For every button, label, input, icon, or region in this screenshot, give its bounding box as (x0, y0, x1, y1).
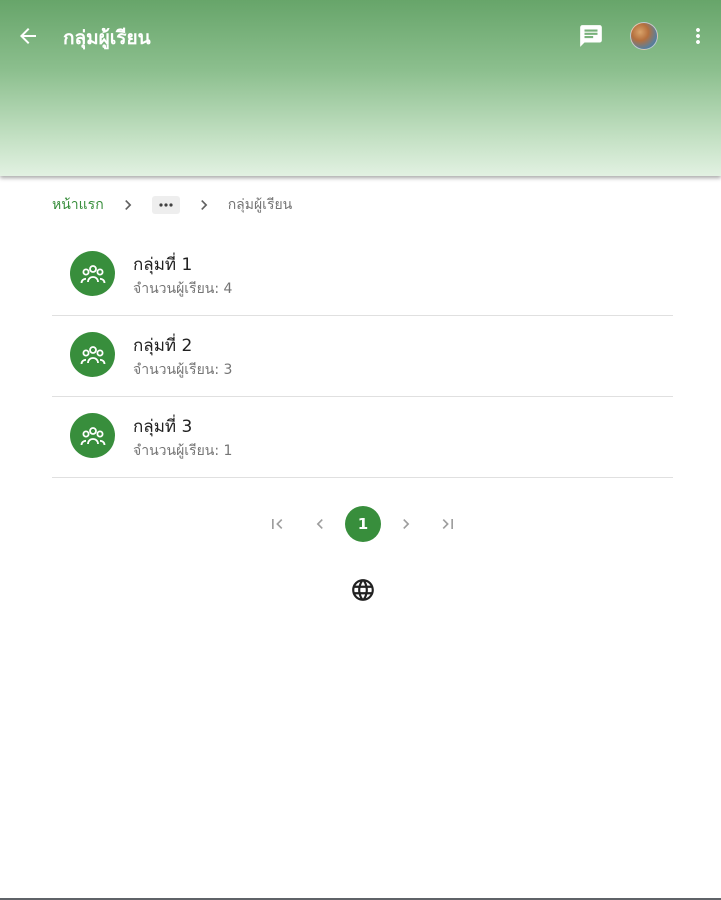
first-page-button[interactable] (259, 505, 295, 543)
list-item[interactable]: กลุ่มที่ 2 จำนวนผู้เรียน: 3 (52, 316, 673, 397)
group-avatar (70, 332, 115, 377)
group-icon (80, 264, 105, 283)
chevron-right-icon (194, 195, 214, 215)
group-avatar (70, 413, 115, 458)
prev-page-icon (316, 519, 323, 529)
toolbar: กลุ่มผู้เรียน (0, 12, 721, 60)
language-button[interactable] (348, 575, 378, 605)
globe-icon (352, 579, 374, 601)
group-avatar (70, 251, 115, 296)
group-name: กลุ่มที่ 2 (133, 336, 193, 356)
avatar (630, 22, 658, 50)
chat-icon (580, 25, 602, 47)
group-list: กลุ่มที่ 1 จำนวนผู้เรียน: 4 กลุ่มที่ 2 จ… (52, 235, 673, 478)
list-item[interactable]: กลุ่มที่ 3 จำนวนผู้เรียน: 1 (52, 397, 673, 478)
breadcrumb-more-button[interactable] (151, 196, 180, 214)
breadcrumb: หน้าแรก กลุ่มผู้เรียน (52, 191, 292, 219)
list-item[interactable]: กลุ่มที่ 1 จำนวนผู้เรียน: 4 (52, 235, 673, 316)
page-1-button[interactable]: 1 (345, 506, 381, 542)
profile-button[interactable] (626, 18, 662, 54)
previous-page-button[interactable] (302, 505, 338, 543)
back-button[interactable] (8, 12, 48, 60)
pagination: 1 (0, 505, 721, 543)
group-icon (80, 426, 105, 445)
group-icon (80, 345, 105, 364)
group-member-count: จำนวนผู้เรียน: 1 (133, 443, 233, 459)
first-page-icon (272, 519, 283, 529)
last-page-button[interactable] (430, 505, 466, 543)
more-vert-icon (696, 28, 700, 44)
breadcrumb-current: กลุ่มผู้เรียน (227, 197, 293, 213)
group-name: กลุ่มที่ 1 (133, 255, 193, 275)
breadcrumb-home-link[interactable]: หน้าแรก (52, 194, 104, 216)
group-member-count: จำนวนผู้เรียน: 3 (133, 362, 233, 378)
chat-button[interactable] (571, 12, 611, 60)
more-options-button[interactable] (682, 12, 714, 60)
page-title: กลุ่มผู้เรียน (63, 27, 151, 49)
group-name: กลุ่มที่ 3 (133, 417, 193, 437)
next-page-icon (403, 519, 410, 529)
more-horiz-icon (159, 203, 173, 207)
app-bar: กลุ่มผู้เรียน (0, 0, 721, 176)
chevron-right-icon (118, 195, 138, 215)
next-page-button[interactable] (388, 505, 424, 543)
last-page-icon (442, 519, 453, 529)
group-member-count: จำนวนผู้เรียน: 4 (133, 281, 233, 297)
arrow-back-icon (20, 28, 36, 44)
